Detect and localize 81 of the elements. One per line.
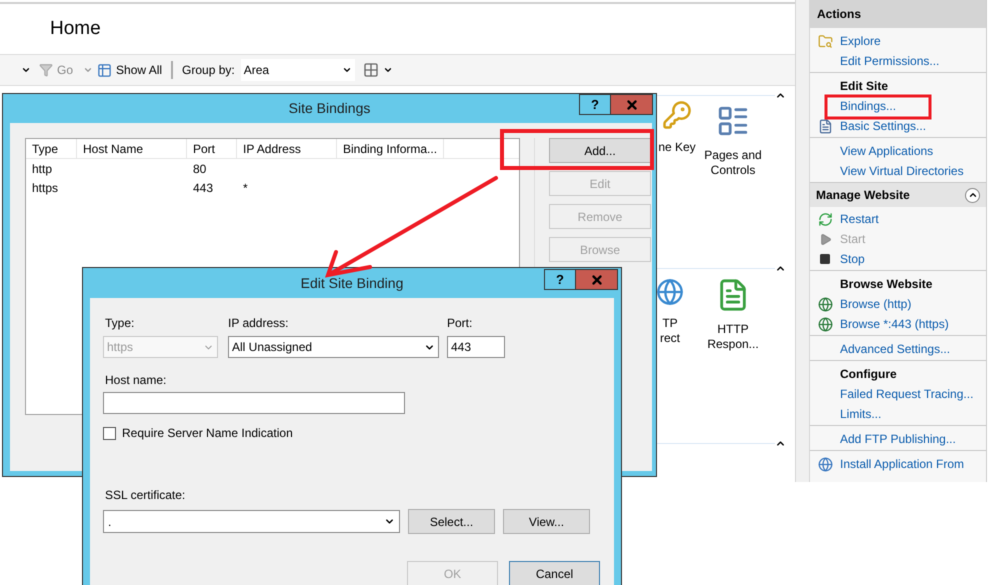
ssl-certificate-dropdown[interactable]: . [103,510,400,533]
table-cell: 443 [193,180,214,194]
field-label: Type: [104,315,136,332]
stop-icon [819,253,831,265]
dialog-button[interactable]: Cancel [509,561,600,585]
table-cell: 80 [193,162,206,176]
group-by-dropdown[interactable]: Area [240,59,355,81]
dialog-button[interactable]: View... [503,509,590,534]
host-name-field[interactable] [103,392,405,414]
key-icon [662,100,692,130]
action-link[interactable]: Failed Request Tracing... [840,385,974,403]
page-layout-icon [716,104,750,138]
feature-label[interactable]: ne Key [658,140,696,155]
action-link[interactable]: Bindings... [840,97,896,115]
section-heading: Manage Website [816,187,910,204]
action-link[interactable]: Add FTP Publishing... [840,430,956,448]
chevron-up-icon [968,190,978,200]
field-label: Port: [447,315,474,332]
action-link[interactable]: Advanced Settings... [840,340,950,358]
port-field[interactable]: 443 [447,336,505,358]
dialog-title: Site Bindings [288,99,370,118]
close-icon [624,98,638,112]
close-button[interactable] [611,94,653,115]
show-all-icon [97,62,112,78]
view-icon[interactable] [362,62,379,78]
form-icon [818,118,832,134]
field-label: IP address: [228,315,290,332]
section-heading: Browse Website [840,276,932,293]
feature-label[interactable]: Pages and Controls [697,148,769,178]
action-link[interactable]: Install Application From [840,455,964,473]
column-header[interactable]: Binding Informa... [337,139,444,158]
field-label: Host name: [104,372,168,389]
section-heading: Configure [840,366,897,383]
caret-icon [342,65,352,75]
caret-icon[interactable] [382,65,393,75]
action-link[interactable]: View Applications [840,142,934,160]
help-button[interactable]: ? [579,94,611,115]
dialog-button[interactable]: Select... [408,509,495,534]
play-icon [818,232,832,246]
globe-icon [656,278,684,306]
show-all-button[interactable]: Show All [116,61,162,79]
action-link[interactable]: Stop [840,250,865,268]
column-header[interactable]: Type [26,139,77,158]
feature-label[interactable]: HTTP Respon... [697,322,769,352]
table-cell: http [32,162,52,176]
close-icon [590,272,604,286]
table-cell: https [32,180,58,194]
ip-address-dropdown[interactable]: All Unassigned [228,336,439,358]
dialog-title: Edit Site Binding [300,274,404,293]
close-button[interactable] [576,269,618,290]
action-link[interactable]: Edit Permissions... [840,52,940,70]
caret-icon[interactable] [21,65,31,75]
go-button[interactable]: Go [57,61,74,79]
column-header[interactable]: IP Address [237,139,337,158]
action-link[interactable]: View Virtual Directories [840,162,964,180]
table-cell: * [243,180,248,194]
page-title: Home [50,16,101,41]
checkbox[interactable] [103,426,116,440]
folder-search-icon [818,34,832,48]
dialog-button[interactable]: Add... [549,138,651,163]
feature-label[interactable]: TP rect [657,316,683,346]
globe-icon [818,296,832,312]
column-header[interactable]: Host Name [77,139,187,158]
filter-icon [39,63,53,77]
group-by-label: Group by: [182,62,235,79]
checkbox-label: Require Server Name Indication [122,425,293,442]
field-label: SSL certificate: [104,487,186,504]
action-link[interactable]: Browse (http) [840,295,912,313]
action-link[interactable]: Restart [840,210,879,228]
pane-title: Actions [817,6,862,23]
action-link[interactable]: Explore [840,32,881,50]
section-heading: Edit Site [840,78,888,95]
globe-icon [818,456,832,472]
help-button[interactable]: ? [544,269,576,290]
action-link[interactable]: Browse *:443 (https) [840,315,949,333]
column-header[interactable]: Port [187,139,237,158]
globe-icon [818,316,832,332]
refresh-icon [818,212,832,226]
action-link[interactable]: Limits... [840,405,882,423]
collapse-button[interactable] [965,188,980,202]
action-link[interactable]: Basic Settings... [840,117,926,135]
